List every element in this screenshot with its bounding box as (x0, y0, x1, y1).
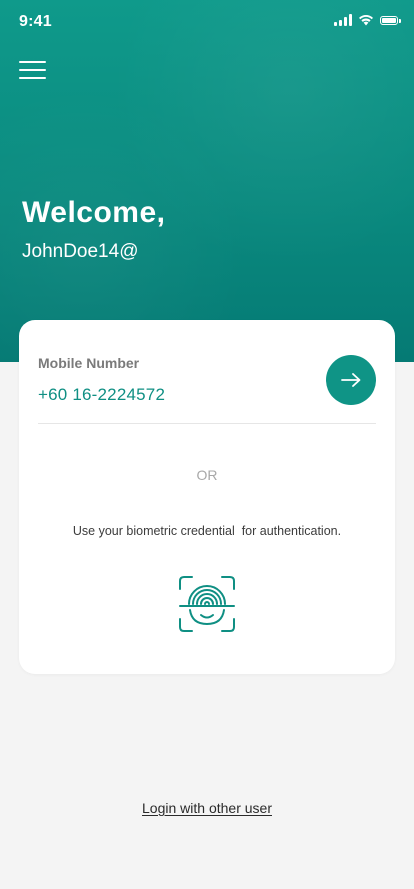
wifi-icon (359, 15, 373, 26)
mobile-number-label: Mobile Number (38, 355, 140, 371)
divider (38, 423, 376, 424)
arrow-right-icon (341, 373, 361, 387)
login-other-user-link[interactable]: Login with other user (0, 800, 414, 816)
hamburger-menu-icon[interactable] (19, 61, 46, 79)
username-label: JohnDoe14@ (22, 241, 139, 262)
header-banner (0, 0, 414, 362)
biometric-login-button[interactable] (178, 575, 236, 633)
face-fingerprint-scan-icon (179, 576, 235, 632)
battery-icon (380, 15, 401, 25)
biometric-instruction: Use your biometric credential for authen… (72, 524, 342, 538)
welcome-title: Welcome, (22, 196, 166, 229)
or-separator: OR (196, 467, 218, 483)
signal-icon (334, 14, 352, 26)
login-card: Mobile Number +60 16-2224572 OR Use your… (19, 320, 395, 674)
status-icons (334, 14, 401, 26)
status-time: 9:41 (19, 13, 52, 30)
mobile-number-field[interactable]: +60 16-2224572 (38, 385, 165, 405)
submit-button[interactable] (326, 355, 376, 405)
